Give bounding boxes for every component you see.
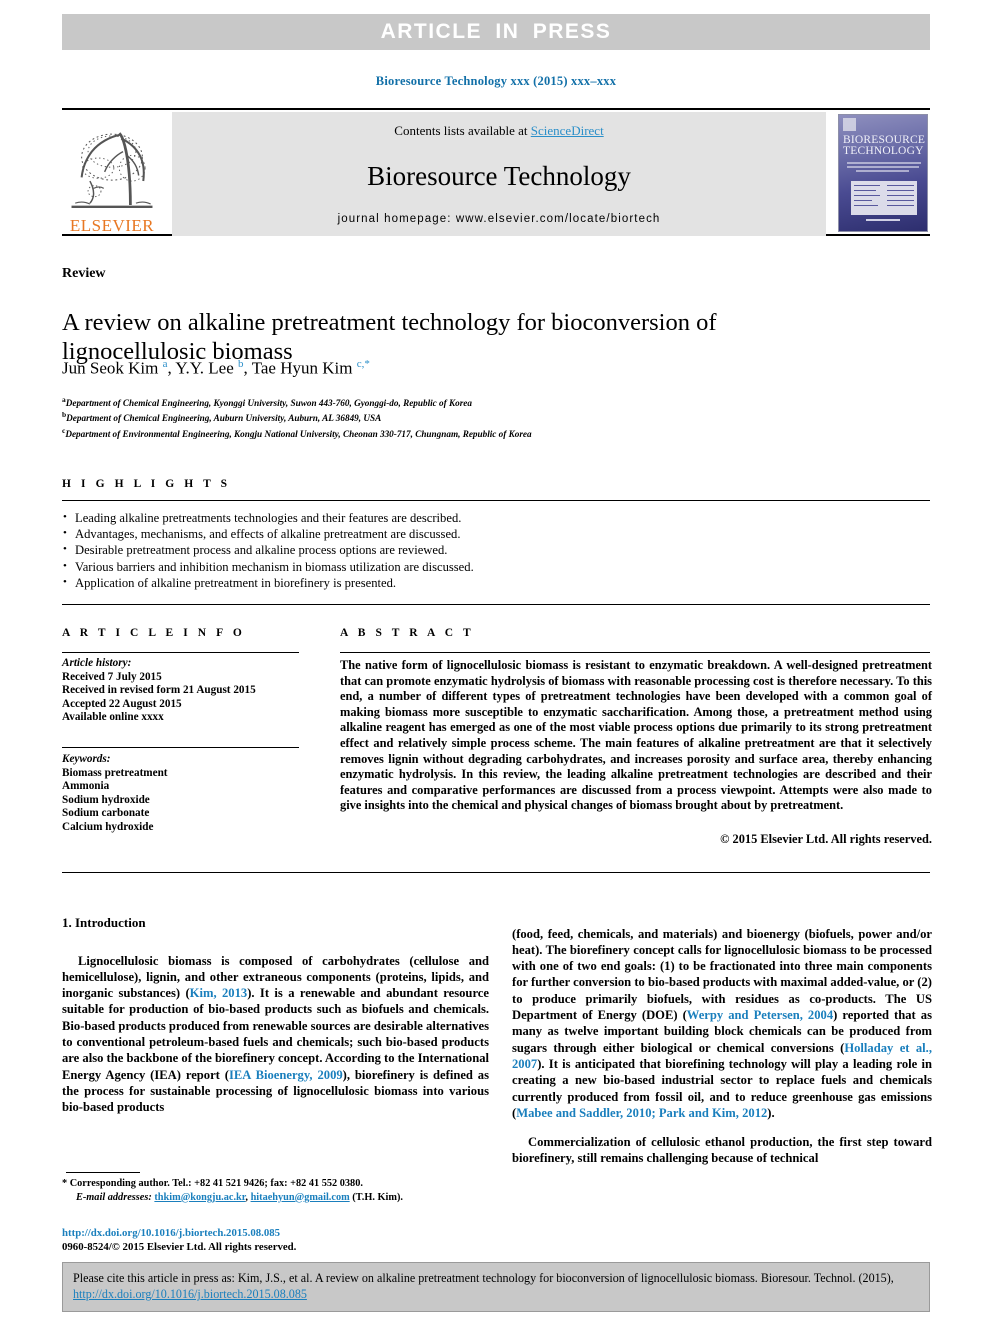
highlights-bottom-divider <box>62 604 930 605</box>
keyword-item: Sodium carbonate <box>62 807 150 820</box>
cover-footer-mark <box>839 208 927 226</box>
elsevier-logo: ELSEVIER <box>62 112 162 236</box>
paper-page: ARTICLE IN PRESS Bioresource Technology … <box>0 0 992 1323</box>
doi-link[interactable]: http://dx.doi.org/10.1016/j.biortech.201… <box>62 1227 492 1241</box>
abstract-heading: A B S T R A C T <box>340 627 475 639</box>
author-list: Jun Seok Kim a, Y.Y. Lee b, Tae Hyun Kim… <box>62 358 370 378</box>
journal-running-head: Bioresource Technology xxx (2015) xxx–xx… <box>375 74 617 88</box>
abstract-bottom-divider <box>62 872 930 873</box>
article-info-heading: A R T I C L E I N F O <box>62 627 246 639</box>
highlights-divider <box>62 500 930 501</box>
article-in-press-label: ARTICLE IN PRESS <box>380 20 612 43</box>
keywords-block: Keywords: Biomass pretreatment Ammonia S… <box>62 753 307 835</box>
list-item: Various barriers and inhibition mechanis… <box>62 558 762 575</box>
email-link-1[interactable]: thkim@kongju.ac.kr <box>154 1192 245 1203</box>
list-item: Advantages, mechanisms, and effects of a… <box>62 525 762 542</box>
affiliation-text: Department of Environmental Engineering,… <box>65 429 532 439</box>
citation-doi-link[interactable]: http://dx.doi.org/10.1016/j.biortech.201… <box>73 1287 307 1301</box>
keyword-item: Ammonia <box>62 780 110 793</box>
email-suffix: (T.H. Kim). <box>352 1191 403 1203</box>
journal-homepage-line[interactable]: journal homepage: www.elsevier.com/locat… <box>338 213 661 225</box>
footnote-block: * Corresponding author. Tel.: +82 41 521… <box>62 1177 492 1204</box>
contents-prefix: Contents lists available at <box>394 123 531 138</box>
affiliation-item: bDepartment of Chemical Engineering, Aub… <box>62 409 862 424</box>
contents-available-line: Contents lists available at ScienceDirec… <box>394 123 603 139</box>
article-history-item: Received 7 July 2015 <box>62 670 162 683</box>
footnote-divider <box>66 1172 140 1173</box>
affiliation-item: aDepartment of Chemical Engineering, Kyo… <box>62 394 862 409</box>
article-history-item: Available online xxxx <box>62 711 164 724</box>
affiliation-list: aDepartment of Chemical Engineering, Kyo… <box>62 394 862 440</box>
citation-box: Please cite this article in press as: Ki… <box>62 1262 930 1312</box>
abstract-divider <box>340 652 930 653</box>
article-history-item: Accepted 22 August 2015 <box>62 697 182 710</box>
cover-journal-title: BIORESOURCE TECHNOLOGY <box>843 134 926 157</box>
keyword-item: Calcium hydroxide <box>62 820 154 833</box>
body-column-left: Lignocellulosic biomass is composed of c… <box>62 953 490 1115</box>
article-in-press-banner: ARTICLE IN PRESS <box>62 14 930 50</box>
corresponding-author-note: * Corresponding author. Tel.: +82 41 521… <box>62 1178 363 1189</box>
journal-cover-image: BIORESOURCE TECHNOLOGY <box>838 114 928 232</box>
affiliation-text: Department of Chemical Engineering, Kyon… <box>65 398 472 409</box>
email-link-2[interactable]: hitaehyun@gmail.com <box>251 1192 350 1203</box>
article-type-label: Review <box>62 266 106 281</box>
highlights-list: Leading alkaline pretreatments technolog… <box>62 509 762 591</box>
list-item: Desirable pretreatment process and alkal… <box>62 541 762 558</box>
doi-block: http://dx.doi.org/10.1016/j.biortech.201… <box>62 1227 492 1254</box>
issn-copyright: 0960-8524/© 2015 Elsevier Ltd. All right… <box>62 1240 297 1253</box>
email-addresses-line: E-mail addresses: thkim@kongju.ac.kr, hi… <box>62 1191 492 1205</box>
sciencedirect-link[interactable]: ScienceDirect <box>531 123 604 138</box>
cover-subtitle-lines <box>847 162 921 174</box>
keyword-item: Biomass pretreatment <box>62 766 168 779</box>
article-info-divider <box>62 652 299 653</box>
article-history-block: Article history: Received 7 July 2015 Re… <box>62 657 307 725</box>
list-item: Leading alkaline pretreatments technolog… <box>62 509 762 526</box>
journal-masthead: ELSEVIER Contents lists available at Sci… <box>62 108 930 236</box>
elsevier-tree-icon <box>71 132 153 208</box>
affiliation-text: Department of Chemical Engineering, Aubu… <box>66 413 382 424</box>
citation-text: Please cite this article in press as: Ki… <box>73 1271 894 1285</box>
cover-elsevier-icon <box>843 118 856 131</box>
keywords-label: Keywords: <box>62 753 111 765</box>
keywords-divider <box>62 747 299 748</box>
email-addresses-label: E-mail addresses: <box>76 1191 152 1203</box>
journal-title: Bioresource Technology <box>367 160 631 191</box>
affiliation-item: cDepartment of Environmental Engineering… <box>62 425 862 440</box>
abstract-copyright: © 2015 Elsevier Ltd. All rights reserved… <box>720 832 932 846</box>
list-item: Application of alkaline pretreatment in … <box>62 574 762 591</box>
article-history-item: Received in revised form 21 August 2015 <box>62 684 256 697</box>
journal-cover-thumbnail: BIORESOURCE TECHNOLOGY <box>838 112 930 236</box>
article-history-label: Article history: <box>62 657 132 669</box>
body-column-right: (food, feed, chemicals, and materials) a… <box>512 926 932 1166</box>
masthead-center-panel: Contents lists available at ScienceDirec… <box>172 112 826 236</box>
abstract-text: The native form of lignocellulosic bioma… <box>340 658 932 813</box>
section-heading-introduction: 1. Introduction <box>62 915 146 930</box>
keyword-item: Sodium hydroxide <box>62 793 150 806</box>
highlights-heading: H I G H L I G H T S <box>62 478 231 490</box>
elsevier-wordmark: ELSEVIER <box>69 216 155 235</box>
